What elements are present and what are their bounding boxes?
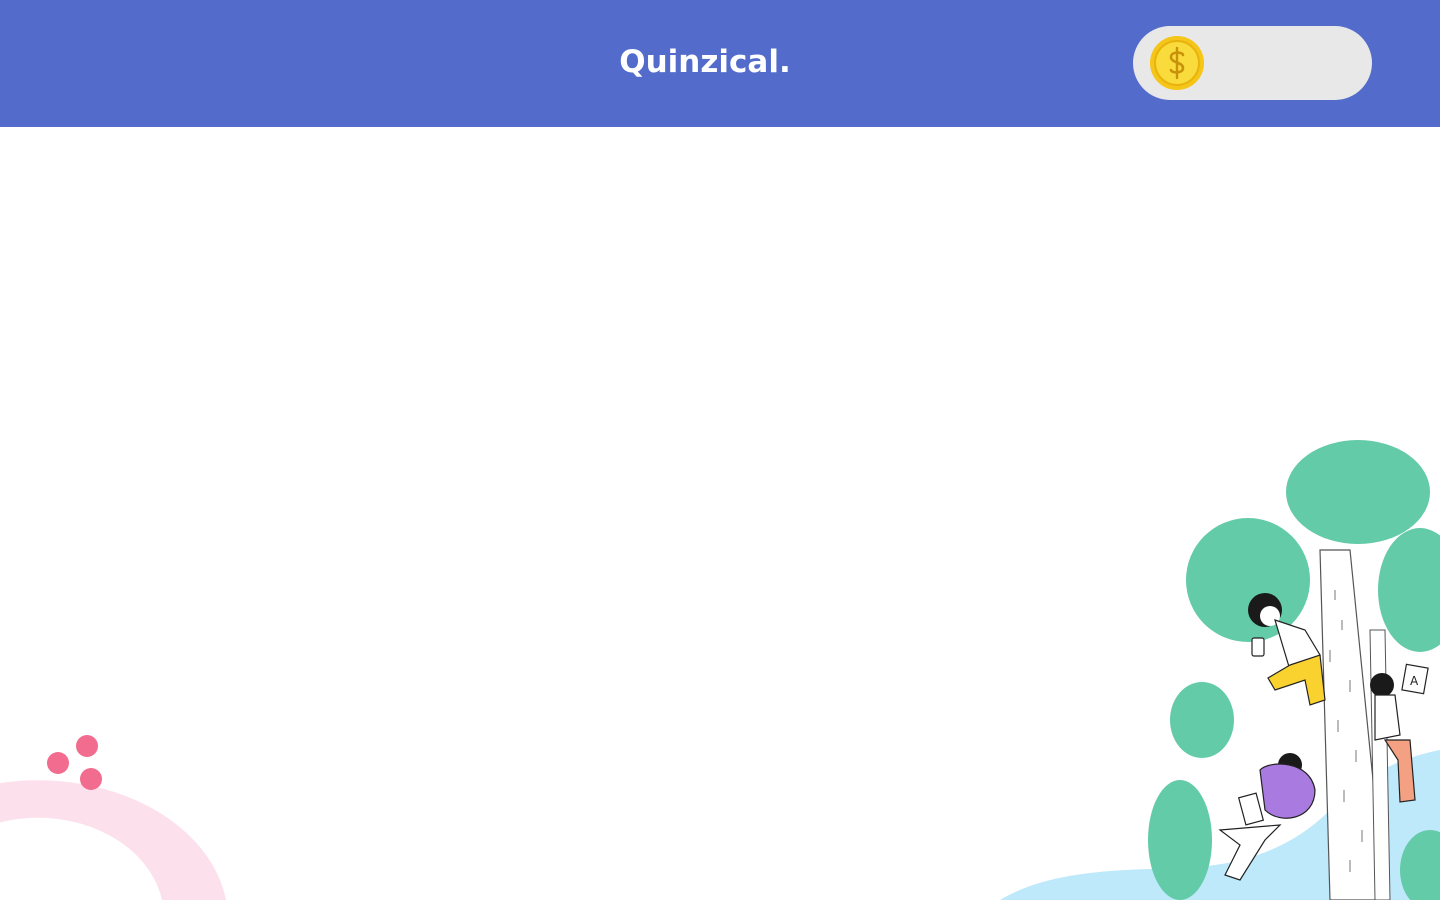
svg-text:A: A [1410,674,1419,688]
top-header-bar: Quinzical. [0,0,1440,127]
coin-balance-widget[interactable] [1133,26,1372,100]
pink-dot [76,735,98,757]
pink-arc-decoration [0,735,226,900]
pink-dot [80,768,102,790]
pink-dot [47,752,69,774]
dollar-coin-icon [1150,36,1204,90]
people-in-trees-illustration: A [1000,440,1440,900]
